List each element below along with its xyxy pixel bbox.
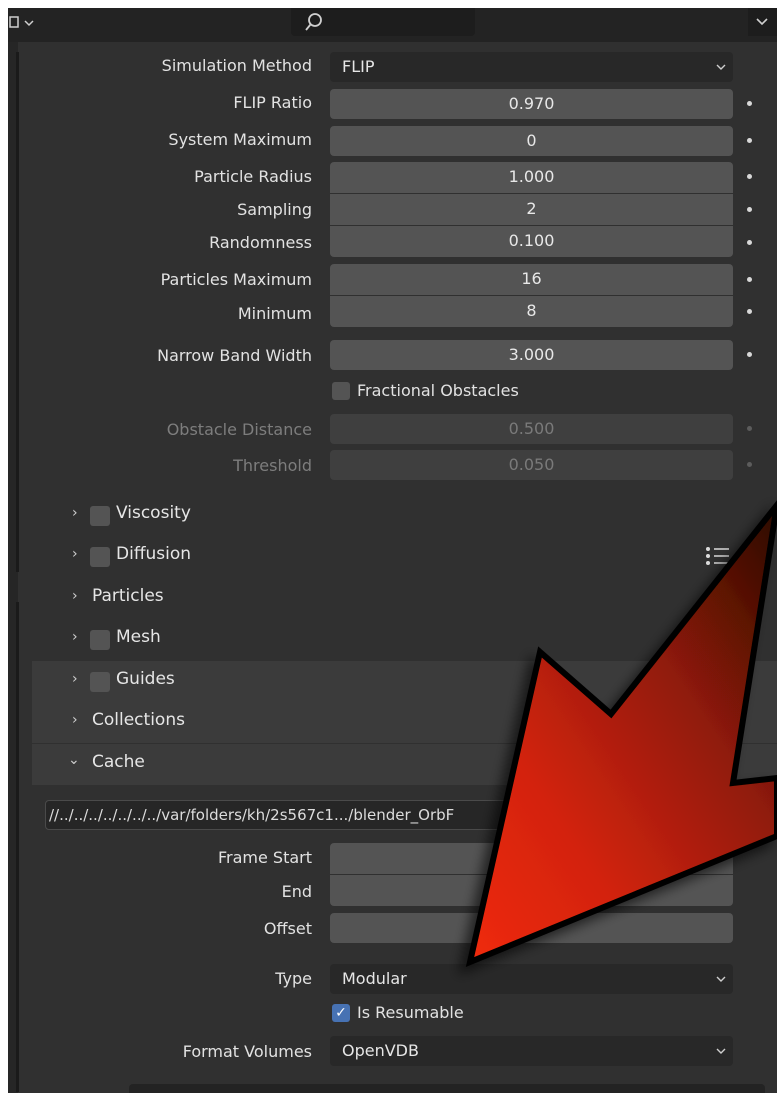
offset-label: Offset bbox=[263, 919, 312, 938]
panel-header-particles[interactable]: › Particles bbox=[32, 578, 777, 619]
panel-label-collections: Collections bbox=[92, 710, 185, 730]
panel-label-particles: Particles bbox=[92, 586, 164, 606]
particle-radius-field[interactable]: 1.000 bbox=[330, 162, 733, 193]
type-value: Modular bbox=[342, 969, 407, 988]
chevron-down-icon bbox=[715, 964, 727, 1005]
chevron-right-icon: › bbox=[72, 546, 78, 562]
format-volumes-dropdown[interactable]: OpenVDB bbox=[330, 1036, 733, 1066]
keyframe-dot-icon[interactable] bbox=[747, 174, 752, 179]
mesh-checkbox[interactable] bbox=[90, 630, 110, 650]
panel-label-diffusion: Diffusion bbox=[116, 544, 192, 564]
fractional-obstacles-checkbox[interactable] bbox=[332, 382, 350, 400]
panel-label-mesh: Mesh bbox=[116, 627, 161, 647]
folder-icon[interactable] bbox=[734, 804, 764, 826]
is-resumable-checkbox[interactable]: ✓ bbox=[332, 1004, 350, 1022]
fractional-obstacles-label: Fractional Obstacles bbox=[357, 381, 519, 400]
obstacle-distance-label: Obstacle Distance bbox=[166, 420, 312, 439]
panel-label-cache: Cache bbox=[92, 752, 145, 772]
properties-editor: Simulation Method FLIP FLIP Ratio 0.970 … bbox=[8, 8, 777, 1093]
keyframe-dot-icon[interactable] bbox=[747, 101, 752, 106]
randomness-label: Randomness bbox=[209, 233, 312, 252]
keyframe-dot-icon[interactable] bbox=[747, 426, 752, 431]
end-field[interactable] bbox=[330, 875, 733, 906]
keyframe-dot-icon[interactable] bbox=[747, 207, 752, 212]
chevron-right-icon: › bbox=[72, 671, 78, 687]
type-dropdown[interactable]: Modular bbox=[330, 964, 733, 994]
next-panel-edge bbox=[129, 1084, 765, 1093]
editor-type-icon[interactable] bbox=[8, 10, 38, 36]
narrow-band-width-label: Narrow Band Width bbox=[157, 346, 312, 365]
flip-ratio-field[interactable]: 0.970 bbox=[330, 89, 733, 119]
flip-ratio-label: FLIP Ratio bbox=[233, 93, 312, 112]
keyframe-dot-icon[interactable] bbox=[747, 352, 752, 357]
guides-checkbox[interactable] bbox=[90, 672, 110, 692]
editor-header bbox=[8, 8, 777, 42]
panel-header-diffusion[interactable]: › Diffusion bbox=[32, 536, 777, 577]
threshold-field[interactable]: 0.050 bbox=[330, 450, 733, 480]
viscosity-checkbox[interactable] bbox=[90, 506, 110, 526]
minimum-label: Minimum bbox=[237, 304, 312, 323]
panel-header-collections[interactable]: › Collections bbox=[32, 702, 777, 743]
simulation-method-value: FLIP bbox=[342, 57, 375, 76]
particle-radius-label: Particle Radius bbox=[194, 167, 312, 186]
left-region-strip bbox=[8, 42, 19, 1093]
system-maximum-label: System Maximum bbox=[168, 130, 312, 149]
chevron-right-icon: › bbox=[72, 588, 78, 604]
keyframe-dot-icon[interactable] bbox=[747, 240, 752, 245]
search-icon bbox=[305, 13, 322, 31]
chevron-down-icon: ⌄ bbox=[68, 752, 80, 768]
end-label: End bbox=[281, 882, 312, 901]
format-volumes-label: Format Volumes bbox=[182, 1042, 312, 1061]
frame-start-label: Frame Start bbox=[217, 848, 312, 867]
type-label: Type bbox=[275, 969, 312, 988]
keyframe-dot-icon[interactable] bbox=[747, 462, 752, 467]
sampling-field[interactable]: 2 bbox=[330, 194, 733, 225]
is-resumable-label: Is Resumable bbox=[357, 1003, 464, 1022]
chevron-right-icon: › bbox=[72, 712, 78, 728]
search-field[interactable] bbox=[291, 8, 475, 36]
cache-directory-field[interactable]: //../../../../../../../var/folders/kh/2s… bbox=[45, 800, 770, 830]
keyframe-dot-icon[interactable] bbox=[747, 277, 752, 282]
panel-label-guides: Guides bbox=[116, 669, 175, 689]
particles-maximum-field[interactable]: 16 bbox=[330, 264, 733, 295]
chevron-down-icon bbox=[715, 52, 727, 93]
panel-header-viscosity[interactable]: › Viscosity bbox=[32, 495, 777, 536]
randomness-field[interactable]: 0.100 bbox=[330, 226, 733, 257]
keyframe-dot-icon[interactable] bbox=[747, 138, 752, 143]
particles-maximum-label: Particles Maximum bbox=[160, 270, 312, 289]
offset-field[interactable] bbox=[330, 913, 733, 943]
frame-start-field[interactable] bbox=[330, 843, 733, 874]
system-maximum-field[interactable]: 0 bbox=[330, 126, 733, 156]
panel-header-mesh[interactable]: › Mesh bbox=[32, 619, 777, 660]
sampling-label: Sampling bbox=[237, 200, 312, 219]
diffusion-checkbox[interactable] bbox=[90, 547, 110, 567]
chevron-right-icon: › bbox=[72, 505, 78, 521]
format-volumes-value: OpenVDB bbox=[342, 1041, 419, 1060]
keyframe-dot-icon[interactable] bbox=[747, 309, 752, 314]
simulation-method-label: Simulation Method bbox=[161, 56, 312, 75]
chevron-right-icon: › bbox=[72, 629, 78, 645]
narrow-band-width-field[interactable]: 3.000 bbox=[330, 340, 733, 370]
obstacle-distance-field[interactable]: 0.500 bbox=[330, 414, 733, 444]
panel-header-cache[interactable]: ⌄ Cache bbox=[32, 744, 777, 785]
simulation-method-dropdown[interactable]: FLIP bbox=[330, 52, 733, 82]
threshold-label: Threshold bbox=[233, 456, 312, 475]
chevron-down-icon[interactable] bbox=[748, 8, 777, 36]
minimum-field[interactable]: 8 bbox=[330, 296, 733, 327]
presets-list-icon[interactable] bbox=[705, 545, 731, 572]
chevron-down-icon bbox=[715, 1036, 727, 1077]
panel-label-viscosity: Viscosity bbox=[116, 503, 191, 523]
panel-header-guides[interactable]: › Guides bbox=[32, 661, 777, 702]
